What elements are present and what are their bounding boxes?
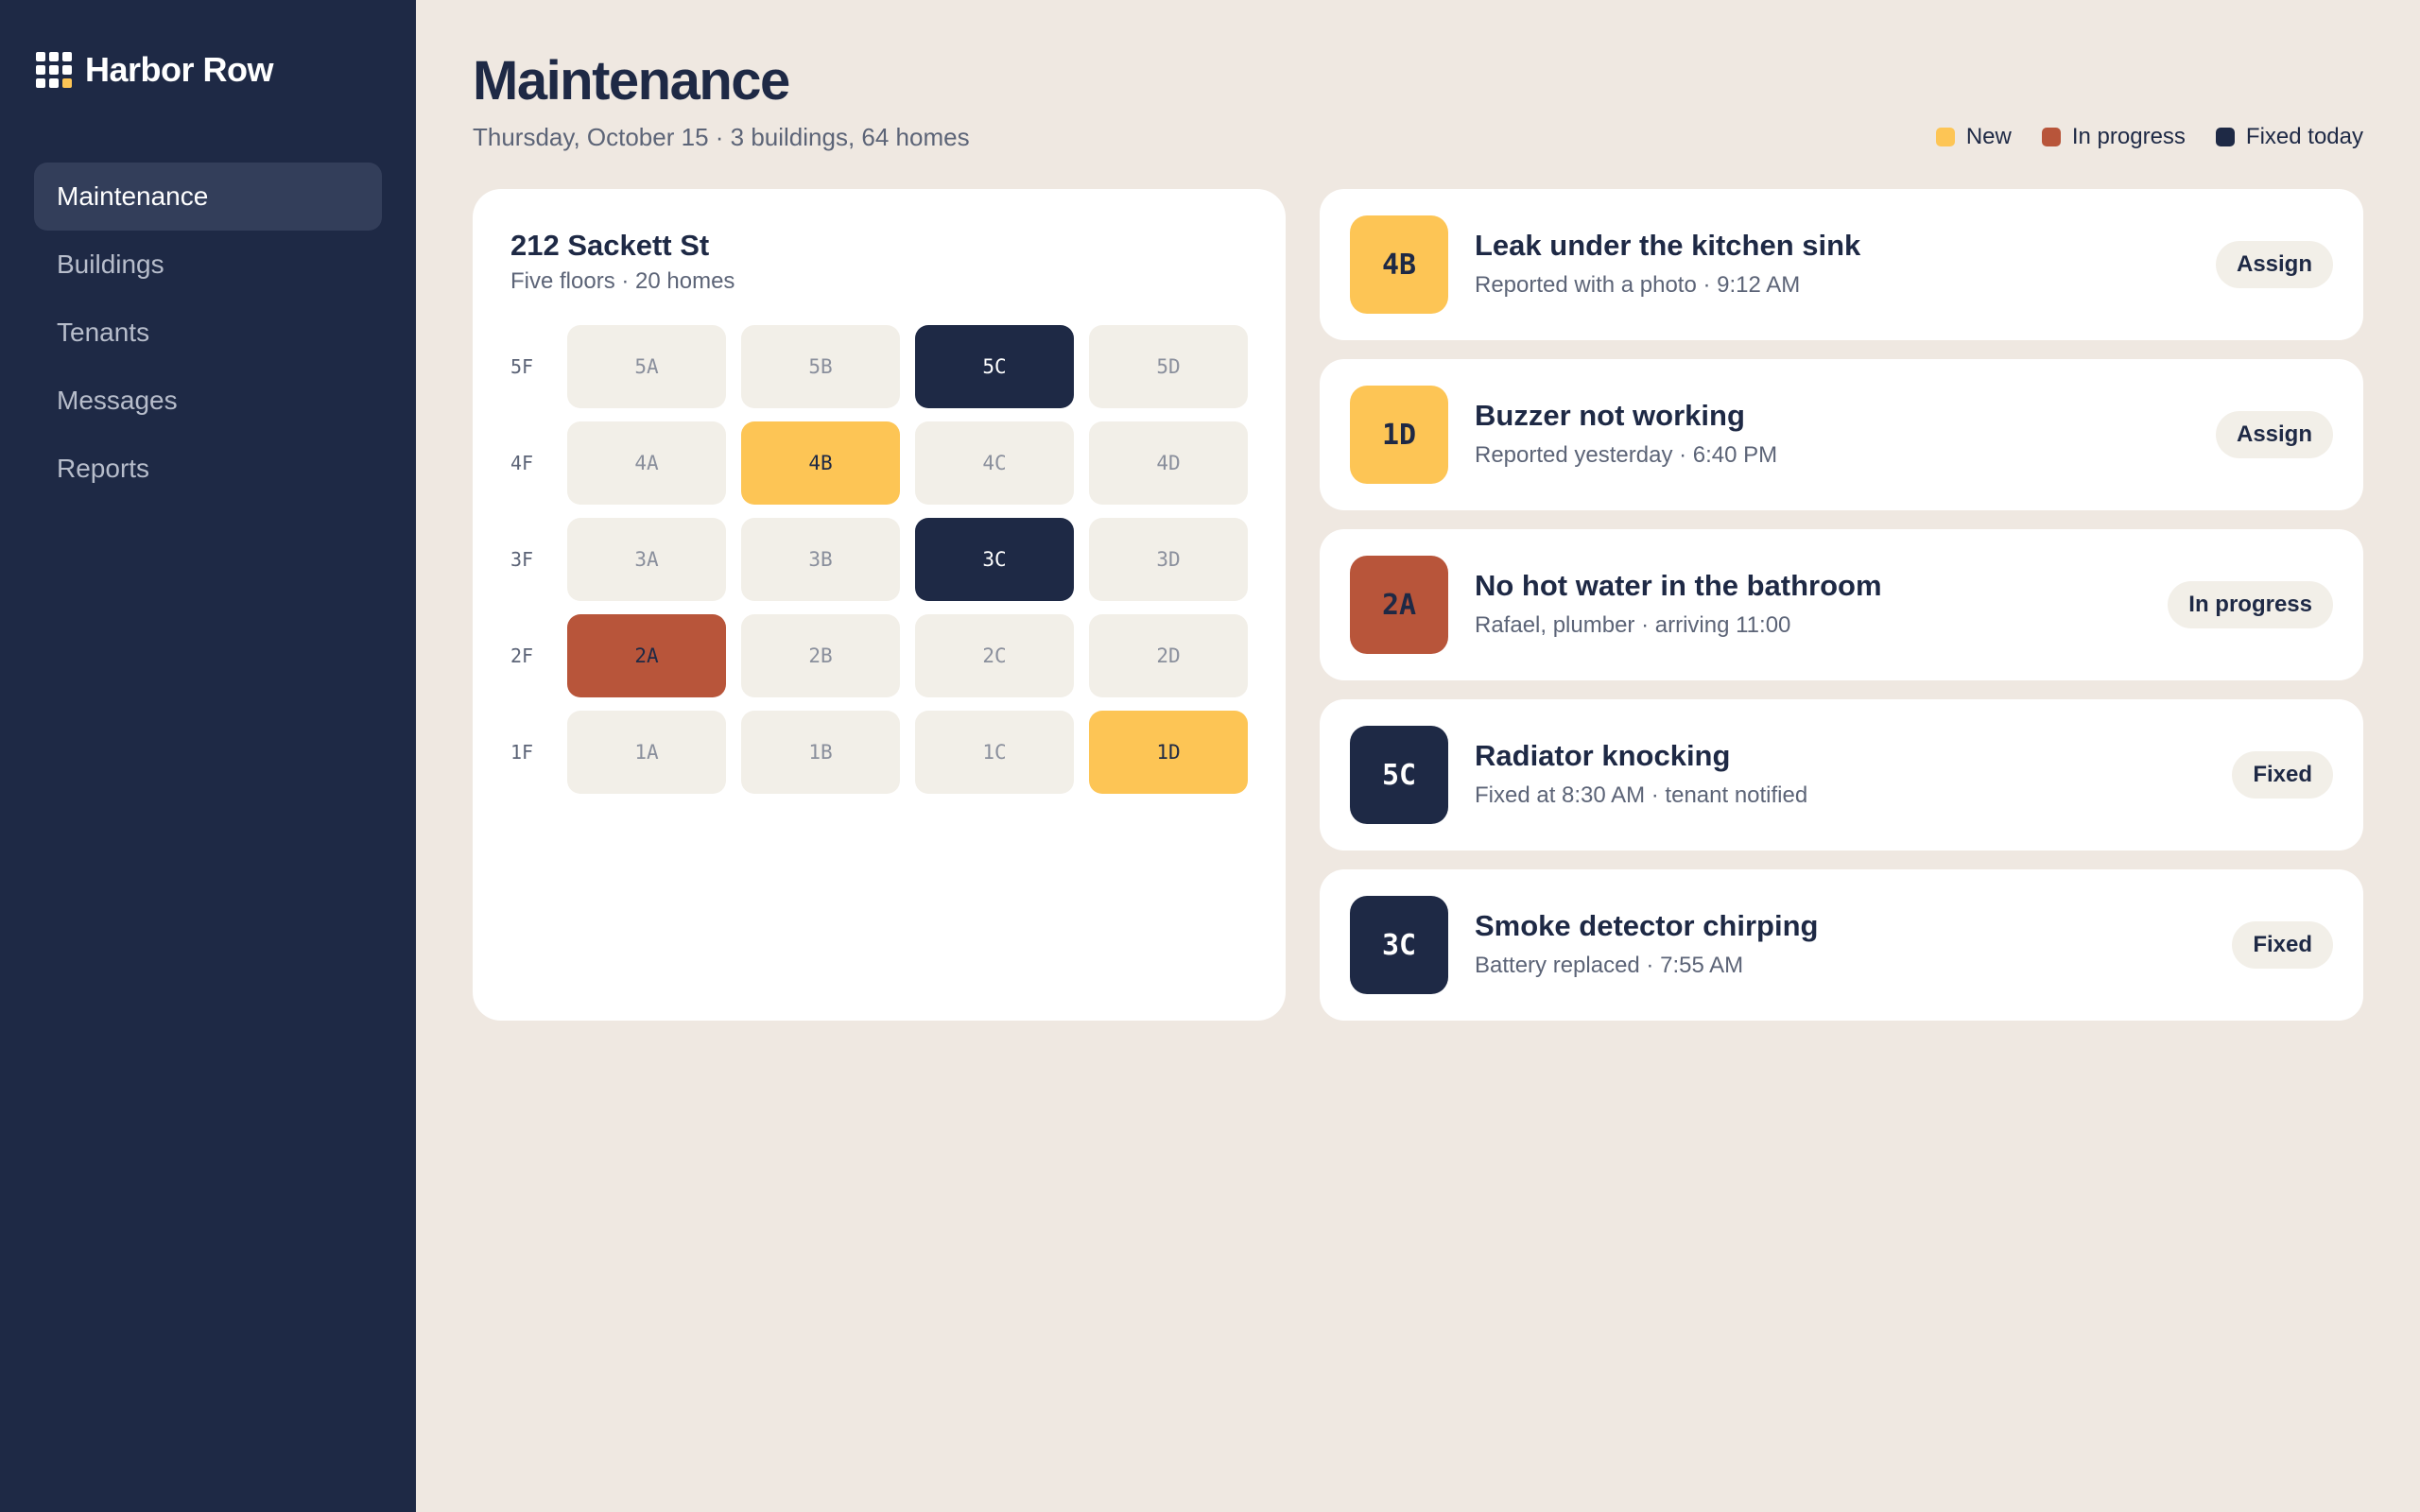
unit-badge: 5C bbox=[1350, 726, 1448, 824]
ticket-title: Radiator knocking bbox=[1475, 739, 1731, 772]
unit-badge: 2A bbox=[1350, 556, 1448, 654]
floor-label: 5F bbox=[510, 355, 534, 378]
assign-button[interactable]: Assign bbox=[2215, 411, 2333, 458]
status-pill[interactable]: Fixed bbox=[2232, 921, 2333, 969]
legend-label: New bbox=[1965, 124, 2012, 149]
building-name: 212 Sackett St bbox=[510, 229, 710, 262]
sidebar: Harbor Row Maintenance Buildings Tenants… bbox=[0, 0, 416, 1512]
ticket-card[interactable]: 2A No hot water in the bathroom Rafael, … bbox=[1320, 529, 2363, 680]
status-legend: New In progress Fixed today bbox=[1935, 124, 2363, 150]
grid-logo-icon bbox=[36, 52, 72, 88]
legend-label: Fixed today bbox=[2245, 124, 2363, 149]
legend-swatch-in-progress bbox=[2041, 128, 2061, 146]
floor-label: 3F bbox=[510, 548, 534, 571]
unit-cell[interactable]: 3B bbox=[741, 518, 900, 601]
unit-cell[interactable]: 2D bbox=[1089, 614, 1248, 697]
ticket-title: Leak under the kitchen sink bbox=[1475, 229, 1861, 262]
unit-cell[interactable]: 5D bbox=[1089, 325, 1248, 408]
unit-cell[interactable]: 1A bbox=[567, 711, 726, 794]
unit-cell[interactable]: 1C bbox=[915, 711, 1074, 794]
legend-item-fixed-today: Fixed today bbox=[2215, 124, 2363, 150]
ticket-title: Buzzer not working bbox=[1475, 399, 1745, 432]
legend-swatch-fixed-today bbox=[2215, 128, 2235, 146]
ticket-meta: Reported yesterday · 6:40 PM bbox=[1475, 442, 1778, 468]
sidebar-item-messages[interactable]: Messages bbox=[34, 367, 382, 435]
brand-name: Harbor Row bbox=[85, 50, 274, 89]
unit-cell[interactable]: 3A bbox=[567, 518, 726, 601]
ticket-meta: Rafael, plumber · arriving 11:00 bbox=[1475, 612, 1791, 638]
legend-item-in-progress: In progress bbox=[2041, 124, 2186, 150]
unit-cell[interactable]: 2B bbox=[741, 614, 900, 697]
unit-cell[interactable]: 4C bbox=[915, 421, 1074, 505]
unit-badge: 4B bbox=[1350, 215, 1448, 314]
unit-cell[interactable]: 4B bbox=[741, 421, 900, 505]
assign-button[interactable]: Assign bbox=[2215, 241, 2333, 288]
ticket-meta: Fixed at 8:30 AM · tenant notified bbox=[1475, 782, 1808, 808]
ticket-card[interactable]: 4B Leak under the kitchen sink Reported … bbox=[1320, 189, 2363, 340]
sidebar-item-maintenance[interactable]: Maintenance bbox=[34, 163, 382, 231]
unit-cell[interactable]: 4A bbox=[567, 421, 726, 505]
unit-cell[interactable]: 5C bbox=[915, 325, 1074, 408]
floor-row-3f: 3F 3A 3B 3C 3D bbox=[510, 518, 1248, 601]
page-title: Maintenance bbox=[473, 50, 790, 112]
building-card: 212 Sackett St Five floors · 20 homes 5F… bbox=[473, 189, 1286, 1021]
sidebar-item-buildings[interactable]: Buildings bbox=[34, 231, 382, 299]
building-summary: Five floors · 20 homes bbox=[510, 268, 735, 294]
ticket-meta: Battery replaced · 7:55 AM bbox=[1475, 953, 1744, 978]
sidebar-nav: Maintenance Buildings Tenants Messages R… bbox=[34, 163, 382, 503]
unit-cell[interactable]: 5A bbox=[567, 325, 726, 408]
floor-label: 2F bbox=[510, 644, 534, 667]
status-pill[interactable]: In progress bbox=[2168, 581, 2333, 628]
ticket-title: No hot water in the bathroom bbox=[1475, 569, 1882, 602]
ticket-card[interactable]: 3C Smoke detector chirping Battery repla… bbox=[1320, 869, 2363, 1021]
floor-row-5f: 5F 5A 5B 5C 5D bbox=[510, 325, 1248, 408]
floor-label: 1F bbox=[510, 741, 534, 764]
floor-row-2f: 2F 2A 2B 2C 2D bbox=[510, 614, 1248, 697]
floor-row-4f: 4F 4A 4B 4C 4D bbox=[510, 421, 1248, 505]
page-subtitle: Thursday, October 15 · 3 buildings, 64 h… bbox=[473, 123, 970, 151]
unit-cell[interactable]: 5B bbox=[741, 325, 900, 408]
unit-badge: 1D bbox=[1350, 386, 1448, 484]
brand[interactable]: Harbor Row bbox=[36, 49, 274, 91]
legend-label: In progress bbox=[2071, 124, 2186, 149]
unit-badge: 3C bbox=[1350, 896, 1448, 994]
unit-cell[interactable]: 1D bbox=[1089, 711, 1248, 794]
unit-cell[interactable]: 4D bbox=[1089, 421, 1248, 505]
ticket-card[interactable]: 1D Buzzer not working Reported yesterday… bbox=[1320, 359, 2363, 510]
unit-cell[interactable]: 3D bbox=[1089, 518, 1248, 601]
ticket-card[interactable]: 5C Radiator knocking Fixed at 8:30 AM · … bbox=[1320, 699, 2363, 850]
ticket-title: Smoke detector chirping bbox=[1475, 909, 1819, 942]
legend-swatch-new bbox=[1935, 128, 1955, 146]
unit-cell[interactable]: 2C bbox=[915, 614, 1074, 697]
sidebar-item-reports[interactable]: Reports bbox=[34, 435, 382, 503]
legend-item-new: New bbox=[1935, 124, 2012, 150]
status-pill[interactable]: Fixed bbox=[2232, 751, 2333, 799]
sidebar-item-tenants[interactable]: Tenants bbox=[34, 299, 382, 367]
unit-cell[interactable]: 2A bbox=[567, 614, 726, 697]
unit-cell[interactable]: 3C bbox=[915, 518, 1074, 601]
unit-cell[interactable]: 1B bbox=[741, 711, 900, 794]
floor-label: 4F bbox=[510, 452, 534, 474]
floor-row-1f: 1F 1A 1B 1C 1D bbox=[510, 711, 1248, 794]
ticket-meta: Reported with a photo · 9:12 AM bbox=[1475, 272, 1801, 298]
